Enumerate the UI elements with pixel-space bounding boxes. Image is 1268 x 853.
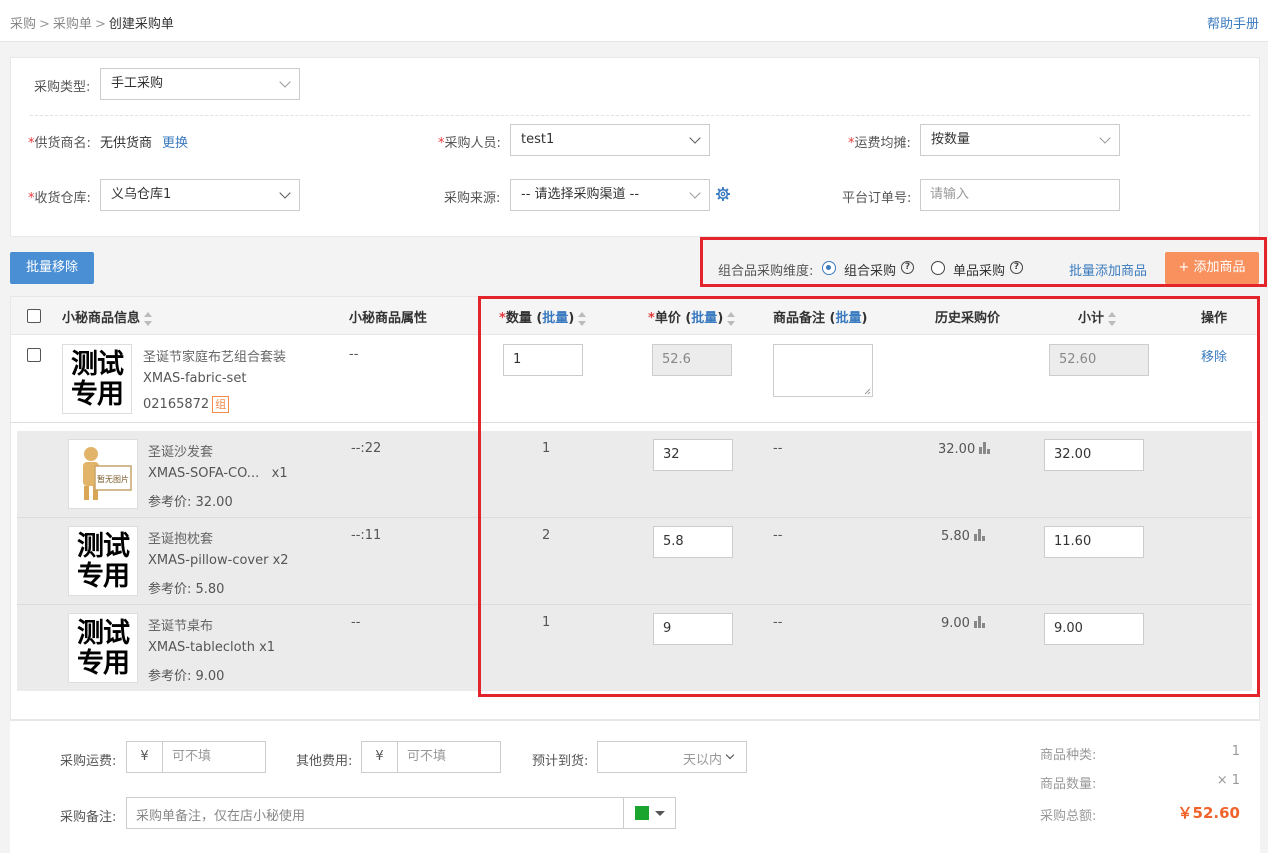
radio-combo-label[interactable]: 组合采购 bbox=[844, 260, 896, 279]
purchase-type-value: 手工采购 bbox=[111, 76, 164, 91]
combo-tag-badge: 组 bbox=[212, 396, 230, 413]
product-attr: --:22 bbox=[351, 441, 382, 456]
chevron-down-icon bbox=[1099, 132, 1111, 144]
platform-order-label: 平台订单号: bbox=[842, 191, 912, 206]
highlight-box bbox=[478, 296, 1260, 697]
product-attr: -- bbox=[351, 615, 361, 630]
product-code: 02165872 组 bbox=[143, 396, 230, 413]
chevron-down-icon bbox=[689, 187, 701, 199]
product-thumbnail: 测试 专用 bbox=[62, 344, 132, 414]
chevron-down-icon bbox=[689, 132, 701, 144]
source-label: 采购来源: bbox=[444, 191, 501, 206]
product-kinds-value: 1 bbox=[1231, 744, 1240, 759]
select-all-checkbox[interactable] bbox=[27, 309, 41, 323]
chevron-down-icon[interactable] bbox=[725, 750, 735, 760]
breadcrumb-separator-icon: > bbox=[39, 17, 50, 32]
currency-symbol: ¥ bbox=[362, 742, 398, 772]
order-total-label: 采购总额: bbox=[1040, 809, 1097, 824]
product-attr: -- bbox=[349, 347, 359, 362]
product-sku: XMAS-SOFA-CO... x1 bbox=[148, 466, 288, 481]
breadcrumb-item-current: 创建采购单 bbox=[108, 17, 174, 32]
remark-input[interactable]: 采购单备注，仅在店小秘使用 bbox=[126, 797, 676, 829]
product-attr: --:11 bbox=[351, 528, 382, 543]
reference-price: 参考价: 32.00 bbox=[148, 495, 233, 510]
header-product-attr: 小秘商品属性 bbox=[349, 311, 428, 326]
warehouse-select[interactable]: 义乌仓库1 bbox=[100, 179, 300, 211]
order-total-value: ￥52.60 bbox=[1177, 804, 1240, 822]
purchase-type-label: 采购类型: bbox=[34, 80, 91, 95]
buyer-select[interactable]: test1 bbox=[510, 124, 710, 156]
reference-price: 参考价: 5.80 bbox=[148, 582, 225, 597]
platform-order-input[interactable]: 请输入 bbox=[920, 179, 1120, 211]
freight-split-value: 按数量 bbox=[931, 132, 971, 147]
sort-icon[interactable] bbox=[144, 311, 153, 326]
add-product-button[interactable]: + 添加商品 bbox=[1165, 252, 1259, 284]
breadcrumb: 采购 > 采购单 > 创建采购单 bbox=[10, 13, 174, 32]
help-question-icon[interactable]: ? bbox=[901, 261, 914, 274]
combo-dimension-label: 组合品采购维度: bbox=[718, 264, 814, 279]
radio-single-label[interactable]: 单品采购 bbox=[953, 260, 1005, 279]
product-sku: XMAS-fabric-set bbox=[143, 371, 247, 386]
caret-down-icon[interactable] bbox=[655, 811, 665, 816]
product-count-value: × 1 bbox=[1216, 773, 1240, 788]
top-bar bbox=[0, 0, 1268, 42]
product-name: 圣诞抱枕套 bbox=[148, 532, 214, 547]
batch-remove-button[interactable]: 批量移除 bbox=[10, 252, 94, 284]
source-select[interactable]: -- 请选择采购渠道 -- bbox=[510, 179, 710, 211]
breadcrumb-item-purchase-orders[interactable]: 采购单 bbox=[53, 17, 92, 32]
chevron-down-icon bbox=[279, 187, 291, 199]
freight-label: 采购运费: bbox=[60, 754, 117, 769]
batch-add-products-link[interactable]: 批量添加商品 bbox=[1069, 260, 1147, 279]
freight-input[interactable]: ¥ 可不填 bbox=[126, 741, 266, 773]
product-kinds-label: 商品种类: bbox=[1040, 748, 1097, 763]
svg-text:暂无图片: 暂无图片 bbox=[97, 474, 129, 484]
supplier-value: 无供货商 bbox=[100, 136, 153, 151]
eta-label: 预计到货: bbox=[532, 754, 589, 769]
change-supplier-link[interactable]: 更换 bbox=[162, 132, 188, 151]
gear-icon[interactable] bbox=[716, 187, 730, 201]
product-name: 圣诞沙发套 bbox=[148, 445, 214, 460]
eta-input[interactable]: 天以内 bbox=[597, 741, 747, 773]
buyer-value: test1 bbox=[521, 132, 555, 147]
no-image-icon: 暂无图片 bbox=[69, 440, 137, 508]
other-fee-input[interactable]: ¥ 可不填 bbox=[361, 741, 501, 773]
freight-split-select[interactable]: 按数量 bbox=[920, 124, 1120, 156]
chevron-down-icon bbox=[279, 76, 291, 88]
header-product-info[interactable]: 小秘商品信息 bbox=[62, 307, 153, 326]
product-name: 圣诞节家庭布艺组合套装 bbox=[143, 350, 287, 365]
freight-split-label: *运费均摊: bbox=[848, 136, 911, 151]
remark-label: 采购备注: bbox=[60, 810, 117, 825]
reference-price: 参考价: 9.00 bbox=[148, 669, 225, 684]
source-value: -- 请选择采购渠道 -- bbox=[521, 187, 640, 202]
product-thumbnail: 测试 专用 bbox=[68, 613, 138, 683]
breadcrumb-separator-icon: > bbox=[94, 17, 106, 32]
product-sku: XMAS-pillow-cover x2 bbox=[148, 553, 289, 568]
divider bbox=[30, 115, 1250, 116]
supplier-label: *供货商名: bbox=[28, 136, 91, 151]
warehouse-value: 义乌仓库1 bbox=[111, 187, 172, 202]
radio-single[interactable] bbox=[931, 261, 945, 275]
breadcrumb-item-purchase[interactable]: 采购 bbox=[10, 17, 36, 32]
purchase-type-select[interactable]: 手工采购 bbox=[100, 68, 300, 100]
product-thumbnail: 暂无图片 bbox=[68, 439, 138, 509]
other-fee-label: 其他费用: bbox=[296, 754, 353, 769]
radio-combo[interactable] bbox=[822, 261, 836, 275]
buyer-label: *采购人员: bbox=[438, 136, 501, 151]
product-name: 圣诞节桌布 bbox=[148, 619, 214, 634]
eta-unit: 天以内 bbox=[682, 753, 722, 768]
row-checkbox[interactable] bbox=[27, 348, 41, 362]
color-flag-icon[interactable] bbox=[635, 806, 649, 820]
currency-symbol: ¥ bbox=[127, 742, 163, 772]
product-sku: XMAS-tablecloth x1 bbox=[148, 640, 276, 655]
help-manual-link[interactable]: 帮助手册 bbox=[1207, 13, 1259, 32]
warehouse-label: *收货仓库: bbox=[28, 191, 91, 206]
help-question-icon[interactable]: ? bbox=[1010, 261, 1023, 274]
product-thumbnail: 测试 专用 bbox=[68, 526, 138, 596]
product-count-label: 商品数量: bbox=[1040, 777, 1097, 792]
